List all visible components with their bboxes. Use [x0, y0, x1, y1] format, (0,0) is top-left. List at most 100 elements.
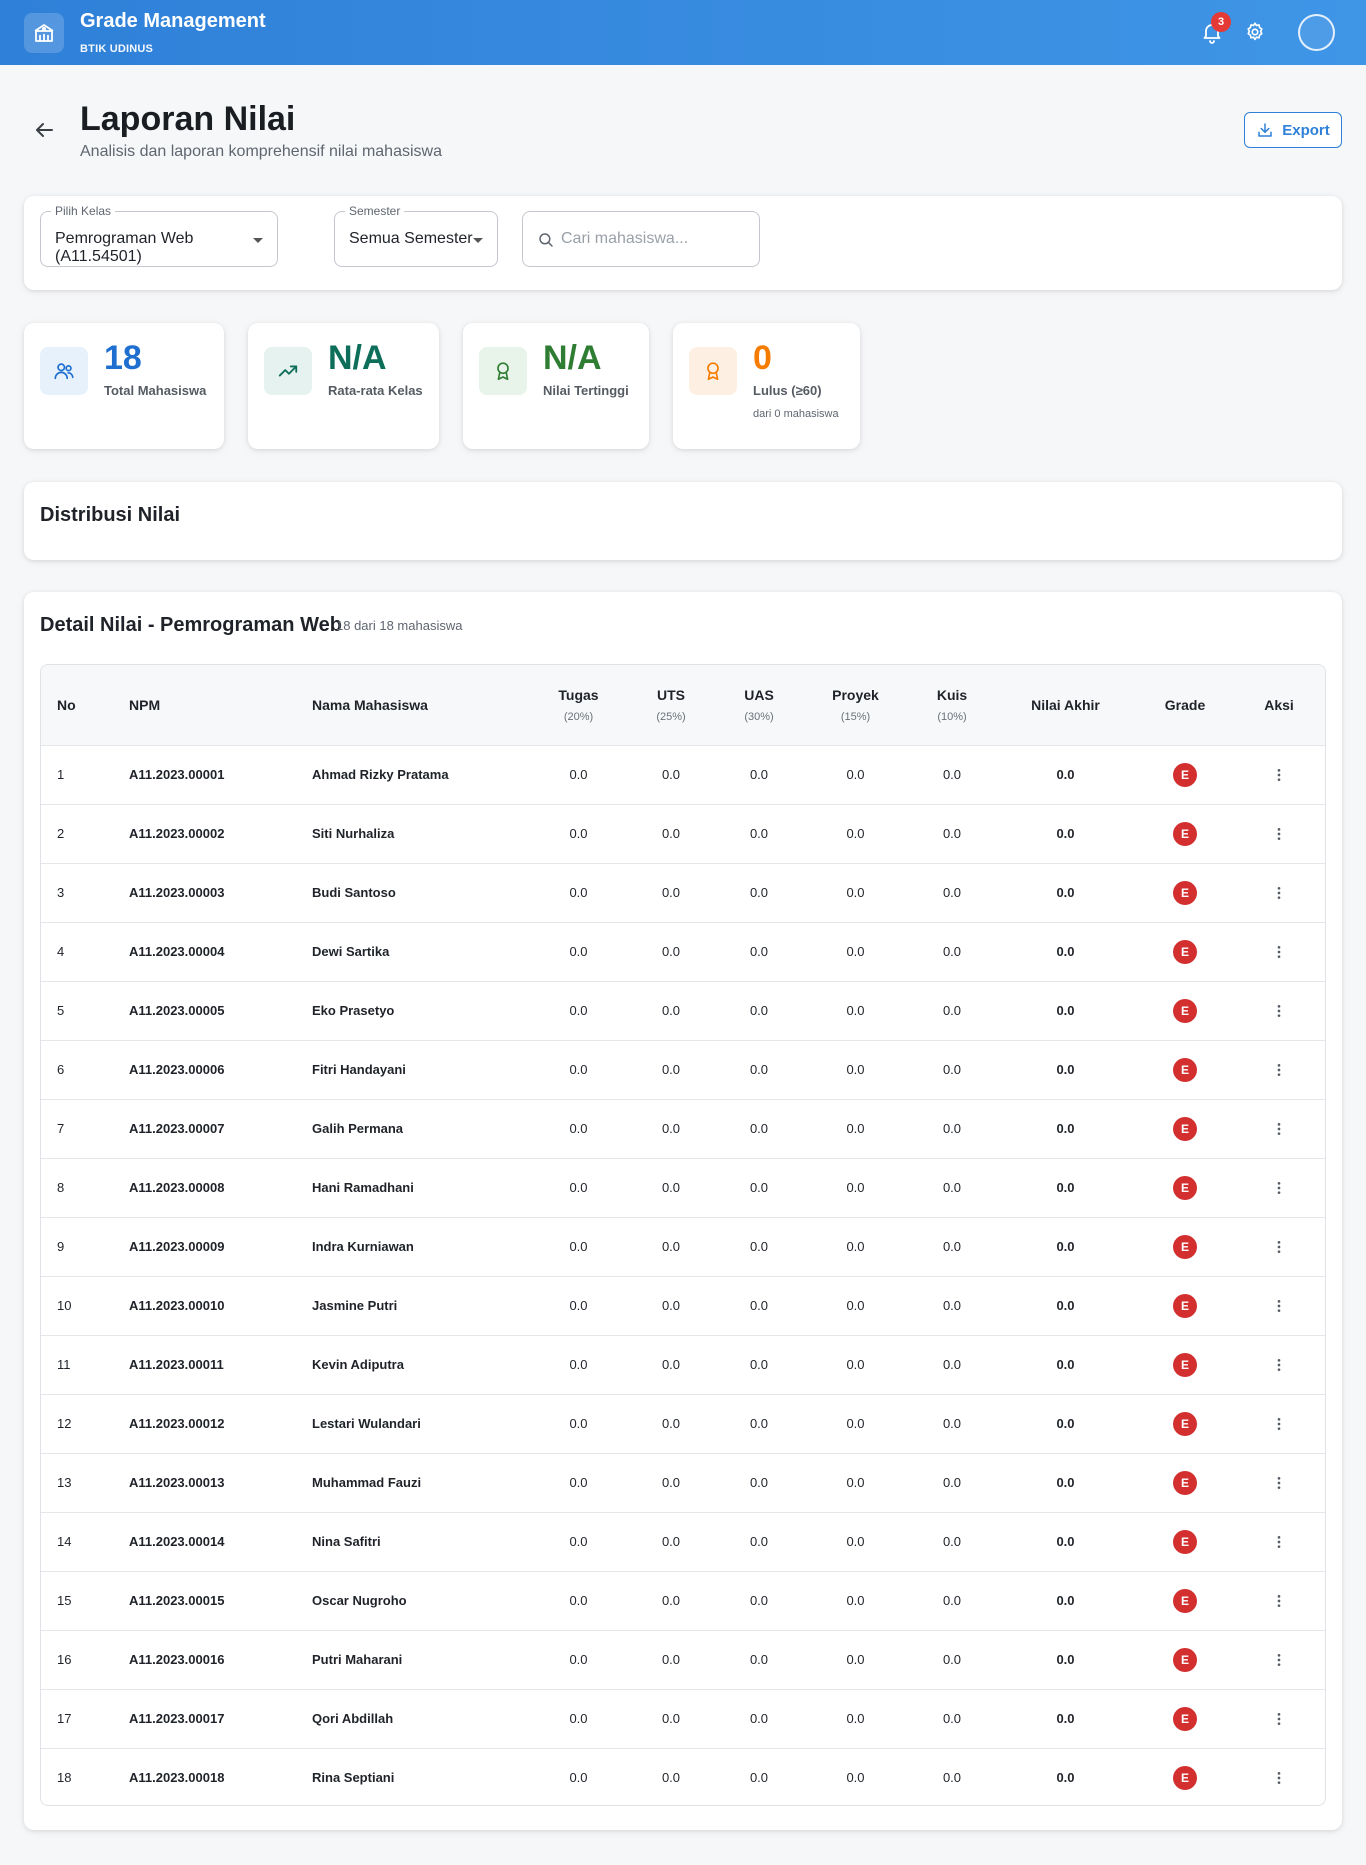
column-header-name[interactable]: Nama Mahasiswa — [296, 665, 532, 745]
back-arrow-icon[interactable] — [32, 118, 56, 142]
more-vertical-icon[interactable] — [1271, 1003, 1287, 1019]
table-row[interactable]: 2 A11.2023.00002 Siti Nurhaliza 0.0 0.0 0.0 0.… — [41, 804, 1325, 863]
more-vertical-icon[interactable] — [1271, 826, 1287, 842]
cell-action — [1233, 1040, 1325, 1099]
table-row[interactable]: 10 A11.2023.00010 Jasmine Putri 0.0 0.0 0.0 0.… — [41, 1276, 1325, 1335]
cell-kuis: 0.0 — [942, 1534, 962, 1549]
column-header-label: Tugas — [558, 686, 599, 703]
semester-select-value: Semua Semester — [349, 230, 473, 247]
class-select[interactable]: Pilih Kelas Pemrograman Web (A11.54501) — [40, 204, 278, 267]
export-button[interactable]: Export — [1244, 112, 1342, 148]
table-row[interactable]: 6 A11.2023.00006 Fitri Handayani 0.0 0.0 0.0 0… — [41, 1040, 1325, 1099]
cell-tugas: 0.0 — [569, 1534, 588, 1549]
cell-npm: A11.2023.00005 — [129, 1003, 225, 1018]
column-header-uas[interactable]: UAS (30%) — [717, 665, 801, 745]
table-row[interactable]: 8 A11.2023.00008 Hani Ramadhani 0.0 0.0 0.0 0.… — [41, 1158, 1325, 1217]
cell-uas: 0.0 — [749, 1062, 769, 1077]
cell-kuis: 0.0 — [942, 944, 962, 959]
column-header-npm[interactable]: NPM — [113, 665, 296, 745]
cell-name: Oscar Nugroho — [312, 1593, 407, 1608]
cell-name: Nina Safitri — [312, 1534, 381, 1549]
semester-select-label: Semester — [345, 204, 405, 218]
cell-uas: 0.0 — [749, 944, 769, 959]
notification-count-badge: 3 — [1211, 12, 1231, 32]
more-vertical-icon[interactable] — [1271, 1711, 1287, 1727]
cell-grade: E — [1137, 1040, 1233, 1099]
school-icon[interactable] — [24, 13, 64, 53]
cell-action — [1233, 1276, 1325, 1335]
table-row[interactable]: 7 A11.2023.00007 Galih Permana 0.0 0.0 0.0 0.0… — [41, 1099, 1325, 1158]
cell-npm: A11.2023.00017 — [129, 1711, 225, 1726]
cell-kuis: 0.0 — [942, 1593, 962, 1608]
table-row[interactable]: 9 A11.2023.00009 Indra Kurniawan 0.0 0.0 0.0 0… — [41, 1217, 1325, 1276]
more-vertical-icon[interactable] — [1271, 1180, 1287, 1196]
more-vertical-icon[interactable] — [1271, 944, 1287, 960]
stat-value: 0 — [753, 339, 772, 377]
avatar[interactable] — [1298, 14, 1335, 51]
grade-table: No NPM Nama Mahasiswa Tugas (20%) UTS (25%… — [40, 664, 1326, 1806]
cell-name: Indra Kurniawan — [312, 1239, 414, 1254]
table-row[interactable]: 11 A11.2023.00011 Kevin Adiputra 0.0 0.0 0.0 0… — [41, 1335, 1325, 1394]
cell-uts: 0.0 — [661, 1357, 681, 1372]
stat-label: Total Mahasiswa — [104, 383, 207, 398]
cell-grade: E — [1137, 922, 1233, 981]
more-vertical-icon[interactable] — [1271, 1239, 1287, 1255]
cell-tugas: 0.0 — [569, 1475, 588, 1490]
semester-select[interactable]: Semester Semua Semester — [334, 204, 498, 267]
table-row[interactable]: 18 A11.2023.00018 Rina Septiani 0.0 0.0 0.0 0.… — [41, 1748, 1325, 1805]
table-row[interactable]: 12 A11.2023.00012 Lestari Wulandari 0.0 0.0 0… — [41, 1394, 1325, 1453]
grade-badge: E — [1173, 998, 1197, 1023]
cell-action — [1233, 1512, 1325, 1571]
more-vertical-icon[interactable] — [1271, 1062, 1287, 1078]
stat-card-class-average: N/A Rata-rata Kelas — [248, 323, 439, 449]
more-vertical-icon[interactable] — [1271, 1534, 1287, 1550]
more-vertical-icon[interactable] — [1271, 885, 1287, 901]
table-row[interactable]: 14 A11.2023.00014 Nina Safitri 0.0 0.0 0.0 0.0… — [41, 1512, 1325, 1571]
grade-badge: E — [1173, 1116, 1197, 1141]
cell-npm: A11.2023.00012 — [129, 1416, 225, 1431]
grade-badge: E — [1173, 1765, 1197, 1790]
cell-no: 8 — [57, 1180, 65, 1195]
cell-final: 0.0 — [1056, 1121, 1075, 1136]
table-row[interactable]: 1 A11.2023.00001 Ahmad Rizky Pratama 0.0 0.0… — [41, 745, 1325, 804]
cell-no: 14 — [57, 1534, 72, 1549]
search-field[interactable] — [522, 211, 760, 267]
more-vertical-icon[interactable] — [1271, 1121, 1287, 1137]
cell-uas: 0.0 — [749, 1711, 769, 1726]
column-header-proyek[interactable]: Proyek (15%) — [801, 665, 910, 745]
more-vertical-icon[interactable] — [1271, 1475, 1287, 1491]
table-row[interactable]: 3 A11.2023.00003 Budi Santoso 0.0 0.0 0.0 0.0 0… — [41, 863, 1325, 922]
cell-proyek: 0.0 — [846, 885, 865, 900]
cell-uas: 0.0 — [749, 1003, 769, 1018]
column-header-kuis[interactable]: Kuis (10%) — [910, 665, 994, 745]
more-vertical-icon[interactable] — [1271, 1652, 1287, 1668]
grade-badge: E — [1173, 1175, 1197, 1200]
table-row[interactable]: 16 A11.2023.00016 Putri Maharani 0.0 0.0 0.0 0… — [41, 1630, 1325, 1689]
more-vertical-icon[interactable] — [1271, 1593, 1287, 1609]
cell-proyek: 0.0 — [846, 1652, 865, 1667]
column-header-final[interactable]: Nilai Akhir — [994, 665, 1137, 745]
more-vertical-icon[interactable] — [1271, 1357, 1287, 1373]
cell-no: 11 — [57, 1357, 71, 1372]
table-row[interactable]: 15 A11.2023.00015 Oscar Nugroho 0.0 0.0 0.0 0.… — [41, 1571, 1325, 1630]
cell-uts: 0.0 — [661, 1770, 681, 1786]
more-vertical-icon[interactable] — [1271, 767, 1287, 783]
column-header-tugas[interactable]: Tugas (20%) — [532, 665, 625, 745]
column-header-uts[interactable]: UTS (25%) — [625, 665, 717, 745]
more-vertical-icon[interactable] — [1271, 1770, 1287, 1786]
more-vertical-icon[interactable] — [1271, 1298, 1287, 1314]
table-row[interactable]: 4 A11.2023.00004 Dewi Sartika 0.0 0.0 0.0 0.0 0… — [41, 922, 1325, 981]
gear-icon[interactable] — [1244, 21, 1266, 43]
cell-tugas: 0.0 — [569, 1180, 588, 1195]
table-row[interactable]: 5 A11.2023.00005 Eko Prasetyo 0.0 0.0 0.0 0.0 0… — [41, 981, 1325, 1040]
class-select-value: Pemrograman Web (A11.54501) — [55, 230, 194, 265]
table-row[interactable]: 13 A11.2023.00013 Muhammad Fauzi 0.0 0.0 0.0 0… — [41, 1453, 1325, 1512]
table-row[interactable]: 17 A11.2023.00017 Qori Abdillah 0.0 0.0 0.0 0.… — [41, 1689, 1325, 1748]
column-header-no[interactable]: No — [41, 665, 113, 745]
cell-kuis: 0.0 — [942, 767, 962, 782]
cell-grade: E — [1137, 1217, 1233, 1276]
cell-action — [1233, 981, 1325, 1040]
search-input[interactable] — [561, 226, 751, 252]
more-vertical-icon[interactable] — [1271, 1416, 1287, 1432]
column-header-grade[interactable]: Grade — [1137, 665, 1233, 745]
